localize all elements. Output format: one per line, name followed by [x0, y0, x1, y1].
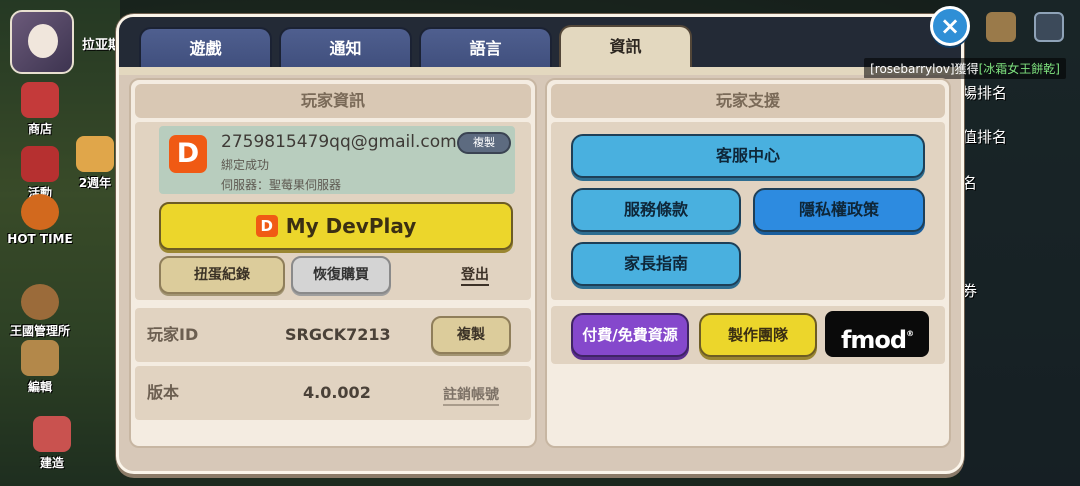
chat-verb: 獲得: [954, 62, 979, 76]
kingdom-office-button[interactable]: 王國管理所: [0, 284, 80, 339]
close-button[interactable]: ×: [930, 6, 970, 46]
hot-time-button[interactable]: HOT TIME: [0, 194, 80, 246]
bind-status: 綁定成功: [221, 158, 270, 172]
parent-guide-button[interactable]: 家長指南: [571, 242, 741, 286]
credits-section: 付費/免費資源 製作團隊 fmod®: [551, 306, 945, 364]
delete-account-link[interactable]: 註銷帳號: [443, 384, 499, 406]
logout-link[interactable]: 登出: [461, 264, 489, 286]
shop-icon: [21, 82, 59, 118]
shop-button[interactable]: 商店: [0, 82, 80, 137]
player-info-panel: 玩家資訊 D 2759815479qq@gmail.com 綁定成功 伺服器：聖…: [129, 78, 537, 448]
copy-player-id-button[interactable]: 複製: [431, 316, 511, 354]
player-avatar[interactable]: [10, 10, 74, 74]
hot-time-icon: [21, 194, 59, 230]
copy-email-button[interactable]: 複製: [457, 132, 511, 154]
account-email: 2759815479qq@gmail.com: [221, 132, 457, 152]
edit-icon: [21, 340, 59, 376]
build-icon: [33, 416, 71, 452]
version-label: 版本: [147, 383, 180, 402]
megaphone-icon[interactable]: [986, 12, 1016, 42]
coupon-item[interactable]: 券: [962, 280, 977, 301]
kingdom-office-label: 王國管理所: [9, 324, 70, 338]
fmod-logo-button[interactable]: fmod®: [825, 311, 929, 357]
tab-info[interactable]: 資訊: [559, 25, 692, 71]
version-row: 版本 4.0.002 註銷帳號: [135, 366, 531, 420]
version-value: 4.0.002: [303, 383, 371, 402]
fmod-logo: fmod: [840, 326, 907, 354]
shop-label: 商店: [27, 122, 52, 136]
tab-notification[interactable]: 通知: [279, 27, 412, 71]
account-card: D 2759815479qq@gmail.com 綁定成功 伺服器：聖莓果伺服器…: [159, 126, 515, 194]
build-button[interactable]: 建造: [12, 416, 92, 471]
player-id-value: SRGCK7213: [285, 325, 391, 344]
paid-free-resources-button[interactable]: 付費/免費資源: [571, 313, 689, 357]
support-section: 客服中心 服務條款 隱私權政策 家長指南: [551, 122, 945, 300]
player-support-title: 玩家支援: [551, 84, 945, 118]
fmod-registered-mark: ®: [906, 329, 914, 338]
player-support-panel: 玩家支援 客服中心 服務條款 隱私權政策 家長指南 付費/免費資源 製作團隊 f…: [545, 78, 951, 448]
restore-purchase-button[interactable]: 恢復購買: [291, 256, 391, 294]
tab-game[interactable]: 遊戲: [139, 27, 272, 71]
player-id-row: 玩家ID SRGCK7213 複製: [135, 308, 531, 362]
server-name: 伺服器：聖莓果伺服器: [221, 178, 342, 192]
chat-notification: [rosebarrylov]獲得[冰霜女王餅乾]: [864, 58, 1066, 79]
devplay-logo-icon: D: [255, 215, 278, 237]
hot-time-label: HOT TIME: [7, 232, 73, 246]
devplay-logo-icon: D: [169, 135, 207, 173]
my-devplay-label: My DevPlay: [285, 214, 417, 238]
ranking-item-1[interactable]: 場排名: [962, 82, 1007, 103]
credits-button[interactable]: 製作團隊: [699, 313, 817, 357]
tab-language[interactable]: 語言: [419, 27, 552, 71]
tab-bar: 遊戲 通知 語言 資訊: [119, 17, 961, 71]
edit-label: 編輯: [27, 380, 52, 394]
player-id-label: 玩家ID: [147, 325, 199, 344]
ranking-item-3[interactable]: 名: [962, 172, 977, 193]
account-section: D 2759815479qq@gmail.com 綁定成功 伺服器：聖莓果伺服器…: [135, 122, 531, 300]
close-icon: ×: [939, 12, 961, 40]
chat-item: [冰霜女王餅乾]: [978, 62, 1060, 76]
menu-icon[interactable]: [1034, 12, 1064, 42]
tab-strip: [119, 67, 961, 75]
gift-icon: [21, 146, 59, 182]
build-label: 建造: [39, 456, 64, 470]
anniversary-label: 2週年: [78, 176, 112, 190]
ranking-item-2[interactable]: 值排名: [962, 126, 1007, 147]
edit-button[interactable]: 編輯: [0, 340, 80, 395]
gacha-history-button[interactable]: 扭蛋紀錄: [159, 256, 285, 294]
terms-of-service-button[interactable]: 服務條款: [571, 188, 741, 232]
player-info-title: 玩家資訊: [135, 84, 531, 118]
chat-user: [rosebarrylov]: [870, 62, 955, 76]
kingdom-office-icon: [21, 284, 59, 320]
my-devplay-button[interactable]: D My DevPlay: [159, 202, 513, 250]
anniversary-icon: [76, 136, 114, 172]
customer-center-button[interactable]: 客服中心: [571, 134, 925, 178]
privacy-policy-button[interactable]: 隱私權政策: [753, 188, 925, 232]
